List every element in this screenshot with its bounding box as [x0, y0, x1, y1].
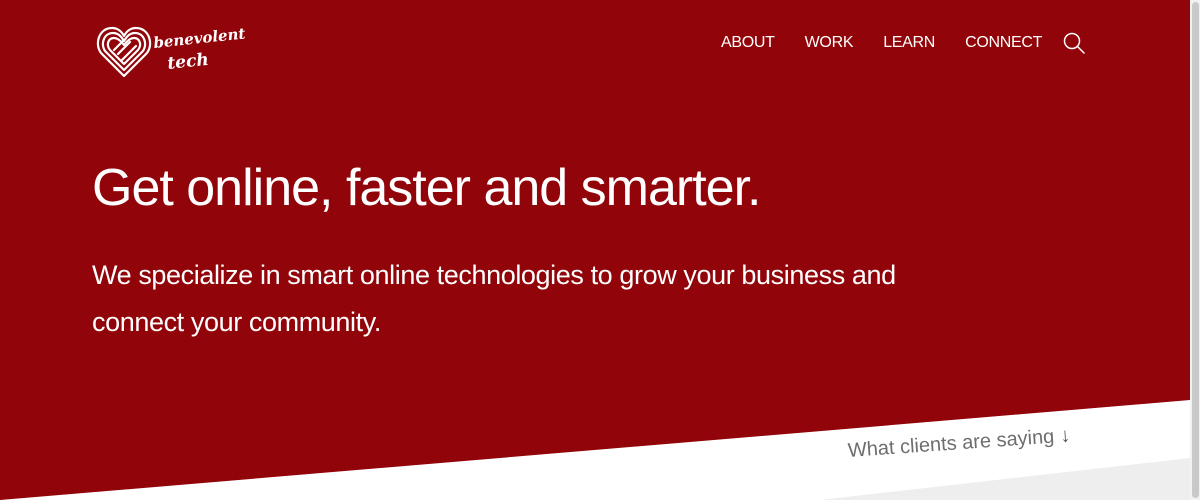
scrollbar-thumb[interactable]	[1192, 2, 1199, 498]
heart-logo-icon	[96, 26, 152, 78]
main-nav: ABOUT WORK LEARN CONNECT	[721, 31, 1086, 55]
arrow-down-icon: ↓	[1059, 424, 1071, 448]
search-icon[interactable]	[1062, 31, 1086, 55]
benevolent-tech-logo[interactable]: benevolent tech	[96, 20, 256, 82]
logo-line-1: benevolent	[153, 24, 247, 52]
nav-work[interactable]: WORK	[805, 33, 854, 53]
nav-connect[interactable]: CONNECT	[965, 33, 1042, 53]
nav-learn[interactable]: LEARN	[883, 33, 935, 53]
scrollbar[interactable]	[1190, 0, 1200, 500]
nav-about[interactable]: ABOUT	[721, 33, 775, 53]
logo-line-2: tech	[166, 50, 209, 74]
hero-subtext: We specialize in smart online technologi…	[92, 260, 896, 337]
hero-headline: Get online, faster and smarter.	[92, 159, 761, 217]
